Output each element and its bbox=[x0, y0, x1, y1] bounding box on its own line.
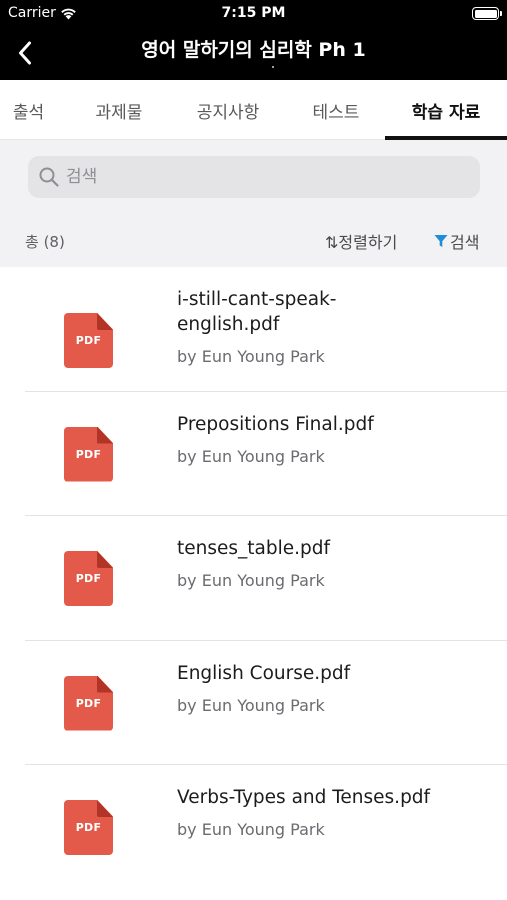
file-author: by Eun Young Park bbox=[177, 820, 325, 839]
pdf-file-icon: PDF bbox=[64, 800, 113, 855]
pdf-icon-label: PDF bbox=[75, 447, 102, 461]
sort-button[interactable]: ⇅정렬하기 bbox=[325, 229, 397, 253]
tab-notices[interactable]: 공지사항 bbox=[180, 80, 276, 140]
tab-attendance[interactable]: 출석 bbox=[0, 80, 57, 140]
search-section: 총 (8) ⇅정렬하기 검색 bbox=[0, 140, 507, 267]
total-count: 총 (8) bbox=[25, 233, 65, 251]
page-title: 영어 말하기의 심리학 Ph 1 bbox=[141, 39, 366, 61]
filter-button[interactable]: 검색 bbox=[434, 229, 479, 253]
pdf-icon-label: PDF bbox=[75, 334, 102, 347]
file-name-line: english.pdf bbox=[177, 314, 280, 335]
file-author: by Eun Young Park bbox=[177, 446, 325, 466]
pdf-icon-label: PDF bbox=[75, 821, 102, 834]
file-name-line: Prepositions Final.pdf bbox=[177, 413, 374, 435]
list-item[interactable]: PDF i-still-cant-speak- english.pdf by E… bbox=[0, 267, 507, 392]
file-author: by Eun Young Park bbox=[177, 571, 325, 590]
filter-label: 검색 bbox=[450, 233, 480, 252]
top-bar: Carrier 7:15 PM 영어 말하기의 심리학 Ph 1 bbox=[0, 0, 507, 80]
back-button[interactable] bbox=[8, 36, 42, 70]
pdf-icon-label: PDF bbox=[75, 572, 102, 585]
tab-learning-materials[interactable]: 학습 자료 bbox=[385, 80, 507, 140]
file-name: Verbs-Types and Tenses.pdf bbox=[177, 785, 487, 810]
file-name: Prepositions Final.pdf bbox=[177, 412, 487, 437]
file-name: English Course.pdf bbox=[177, 661, 487, 686]
filter-icon bbox=[434, 235, 448, 247]
navigation-bar: 영어 말하기의 심리학 Ph 1 bbox=[0, 28, 507, 80]
file-name: tenses_table.pdf bbox=[177, 536, 487, 561]
tab-tests[interactable]: 테스트 bbox=[295, 80, 377, 140]
battery-icon bbox=[472, 7, 502, 20]
list-item[interactable]: PDF Verbs-Types and Tenses.pdf by Eun Yo… bbox=[0, 765, 507, 890]
file-name-line: Verbs-Types and Tenses.pdf bbox=[177, 787, 431, 808]
pdf-file-icon: PDF bbox=[64, 426, 113, 482]
file-author: by Eun Young Park bbox=[177, 347, 325, 366]
pdf-file-icon: PDF bbox=[64, 551, 113, 606]
search-icon bbox=[39, 167, 59, 187]
file-name-line: tenses_table.pdf bbox=[177, 538, 331, 559]
list-controls: 총 (8) ⇅정렬하기 검색 bbox=[0, 228, 507, 254]
status-bar: Carrier 7:15 PM bbox=[0, 0, 507, 28]
file-author: by Eun Young Park bbox=[177, 695, 325, 715]
file-name-line: i-still-cant-speak- bbox=[177, 289, 337, 310]
file-list: PDF i-still-cant-speak- english.pdf by E… bbox=[0, 267, 507, 890]
tab-bar: 출석 과제물 공지사항 테스트 학습 자료 bbox=[0, 80, 507, 140]
status-time: 7:15 PM bbox=[221, 5, 286, 21]
title-indicator-dot bbox=[272, 66, 274, 68]
pdf-file-icon: PDF bbox=[64, 675, 113, 731]
list-item[interactable]: PDF tenses_table.pdf by Eun Young Park bbox=[0, 516, 507, 641]
chevron-left-icon bbox=[19, 41, 31, 65]
tab-assignments[interactable]: 과제물 bbox=[80, 80, 158, 140]
search-input[interactable] bbox=[66, 167, 446, 187]
pdf-file-icon: PDF bbox=[64, 313, 113, 368]
file-name-line: English Course.pdf bbox=[177, 662, 351, 684]
list-item[interactable]: PDF Prepositions Final.pdf by Eun Young … bbox=[0, 392, 507, 516]
search-bar[interactable] bbox=[28, 156, 480, 198]
battery-level bbox=[474, 9, 497, 18]
pdf-icon-label: PDF bbox=[75, 696, 102, 710]
file-name: i-still-cant-speak- english.pdf bbox=[177, 287, 487, 337]
list-item[interactable]: PDF English Course.pdf by Eun Young Park bbox=[0, 641, 507, 765]
